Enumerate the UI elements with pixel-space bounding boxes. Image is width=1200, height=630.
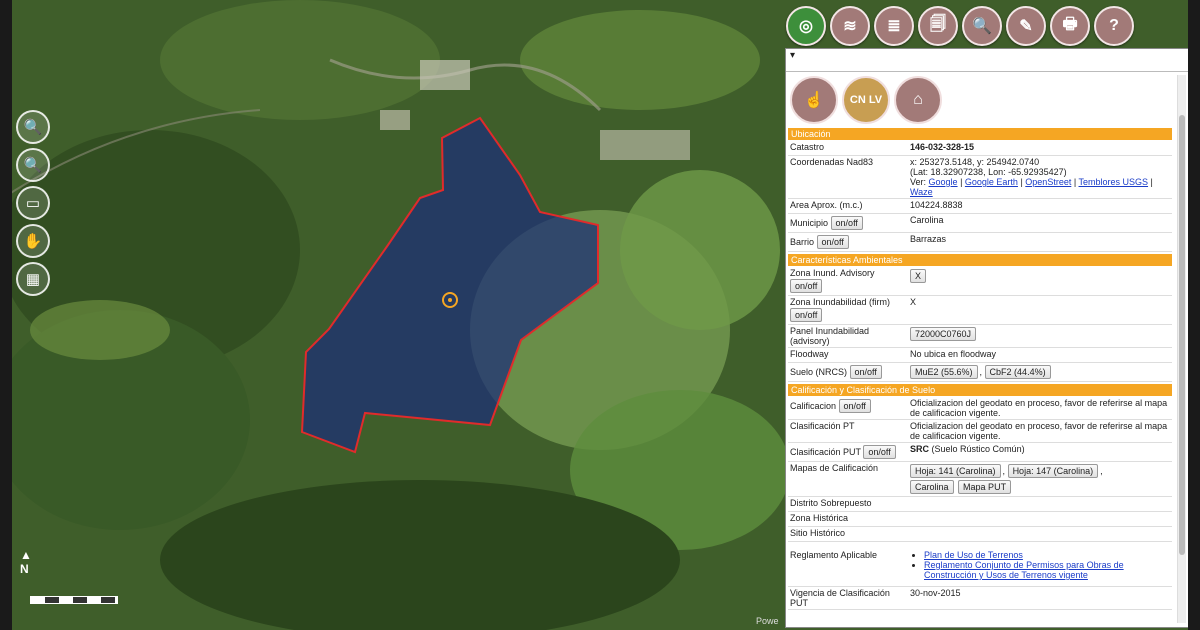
panel-scrollbar[interactable] [1177,75,1186,623]
right-border [1188,0,1200,630]
hand-pointer-icon[interactable]: ✋ [16,224,50,258]
zoom-out-icon[interactable]: 🔍 [16,148,50,182]
section-ambientales: Características Ambientales [788,254,1172,266]
coords-row: Coordenadas Nad83 x: 253273.5148, y: 254… [788,156,1172,199]
clasificacion-put-code: SRC [910,444,930,454]
link-google-earth[interactable]: Google Earth [965,177,1018,187]
clasificacion-put-desc: (Suelo Rústico Común) [931,444,1025,454]
zona-inund-firm-toggle[interactable]: on/off [790,308,823,322]
distrito-row: Distrito Sobrepuesto [788,497,1172,512]
floodway-row: Floodway No ubica en floodway [788,348,1172,363]
area-value: 104224.8838 [910,200,963,210]
zona-historica-row: Zona Histórica [788,512,1172,527]
hoja-147-button[interactable]: Hoja: 147 (Carolina) [1007,464,1099,478]
link-google[interactable]: Google [929,177,958,187]
map-viewer: 🔍 🔍 ▭ ✋ ▦ ▲ N Powe ◎ ≋ ≣ 🗐 🔍 ✎ 🖶? ▾ ☝ CN LV ⌂ Ubicaci… [0,0,1200,630]
search-icon[interactable]: 🔍 [962,6,1002,46]
mapas-row: Mapas de Calificación Hoja: 141 (Carolin… [788,462,1172,497]
barrio-toggle-button[interactable]: on/off [816,235,849,249]
vigencia-value: 30-nov-2015 [910,588,961,598]
sitio-historico-row: Sitio Histórico [788,527,1172,542]
hand-icon[interactable]: ☝ [790,76,838,124]
catastro-row: Catastro 146-032-328-15 [788,141,1172,156]
zona-inund-firm-row: Zona Inundabilidad (firm) on/off X [788,296,1172,325]
carolina-button[interactable]: Carolina [910,480,954,494]
municipio-row: Municipio on/off Carolina [788,214,1172,233]
coords-latlon: (Lat: 18.32907238, Lon: -65.92935427) [910,167,1067,177]
zona-inund-advisory-toggle[interactable]: on/off [790,279,823,293]
clasificacion-pt-row: Clasificación PT Oficializacion del geod… [788,420,1172,443]
mapa-put-button[interactable]: Mapa PUT [958,480,1012,494]
map-layers-icon[interactable]: ◎ [786,6,826,46]
catastro-value: 146-032-328-15 [910,142,975,152]
panel-tool-icons: ☝ CN LV ⌂ [786,72,1188,126]
link-plan-uso-terrenos[interactable]: Plan de Uso de Terrenos [924,550,1023,560]
draw-icon[interactable]: ✎ [1006,6,1046,46]
attribution-text: Powe [756,616,779,626]
panel-scrollbar-thumb[interactable] [1179,115,1185,555]
link-reglamento-conjunto[interactable]: Reglamento Conjunto de Permisos para Obr… [924,560,1124,580]
print-icon[interactable]: 🖶 [1050,6,1090,46]
clasificacion-put-row: Clasificación PUT on/off SRC (Suelo Rúst… [788,443,1172,462]
vigencia-row: Vigencia de Clasificación PUT 30-nov-201… [788,587,1172,610]
suelo-mue2-button[interactable]: MuE2 (55.6%) [910,365,978,379]
calificacion-value: Oficializacion del geodato en proceso, f… [910,398,1168,418]
area-row: Area Aprox. (m.c.) 104224.8838 [788,199,1172,214]
coords-xy: x: 253273.5148, y: 254942.0740 [910,157,1040,167]
clasificacion-put-toggle-button[interactable]: on/off [863,445,896,459]
scale-bar [30,596,118,604]
zona-inund-advisory-value[interactable]: X [910,269,927,283]
section-ubicacion: Ubicación [788,128,1172,140]
barrio-row: Barrio on/off Barrazas [788,233,1172,252]
suelo-row: Suelo (NRCS) on/off MuE2 (55.6%), CbF2 (… [788,363,1172,382]
reglamento-row: Reglamento Aplicable Plan de Uso de Terr… [788,542,1172,587]
zoom-in-icon[interactable]: 🔍 [16,110,50,144]
link-temblores-usgs[interactable]: Temblores USGS [1079,177,1149,187]
grid-icon[interactable]: ▦ [16,262,50,296]
link-waze[interactable]: Waze [910,187,933,197]
coords-label: Coordenadas Nad83 [790,157,874,167]
calificacion-toggle-button[interactable]: on/off [838,399,871,413]
document-search-icon[interactable]: 🗐 [918,6,958,46]
calificacion-row: Calificacion on/off Oficializacion del g… [788,397,1172,420]
hoja-141-button[interactable]: Hoja: 141 (Carolina) [910,464,1001,478]
basemap-icon[interactable]: ≣ [874,6,914,46]
north-arrow: ▲ N [20,548,32,576]
suelo-toggle-button[interactable]: on/off [849,365,882,379]
left-border [0,0,12,630]
help-icon[interactable]: ? [1094,6,1134,46]
main-toolbar: ◎ ≋ ≣ 🗐 🔍 ✎ 🖶? [786,6,1134,46]
suelo-cbf2-button[interactable]: CbF2 (44.4%) [984,365,1051,379]
panel-collapse-toggle[interactable]: ▾ [786,49,1188,72]
measure-icon[interactable]: ▭ [16,186,50,220]
municipio-value: Carolina [910,215,944,225]
house-icon[interactable]: ⌂ [894,76,942,124]
section-calificacion: Calificación y Clasificación de Suelo [788,384,1172,396]
coords-links: Ver: Google | Google Earth | OpenStreet … [910,177,1153,197]
catastro-label: Catastro [790,142,825,152]
layers-icon[interactable]: ≋ [830,6,870,46]
barrio-value: Barrazas [910,234,947,244]
zona-inund-advisory-row: Zona Inund. Advisory on/off X [788,267,1172,296]
clasificacion-pt-value: Oficializacion del geodato en proceso, f… [910,421,1168,441]
cnlv-icon[interactable]: CN LV [842,76,890,124]
municipio-toggle-button[interactable]: on/off [830,216,863,230]
link-openstreet[interactable]: OpenStreet [1025,177,1071,187]
panel-inund-value[interactable]: 72000C0760J [910,327,977,341]
zona-inund-firm-value: X [910,297,917,307]
floodway-value: No ubica en floodway [910,349,997,359]
info-panel: ▾ ☝ CN LV ⌂ Ubicación Catastro 146-032-328… [785,48,1189,628]
panel-inund-row: Panel Inundabilidad (advisory) 72000C076… [788,325,1172,348]
